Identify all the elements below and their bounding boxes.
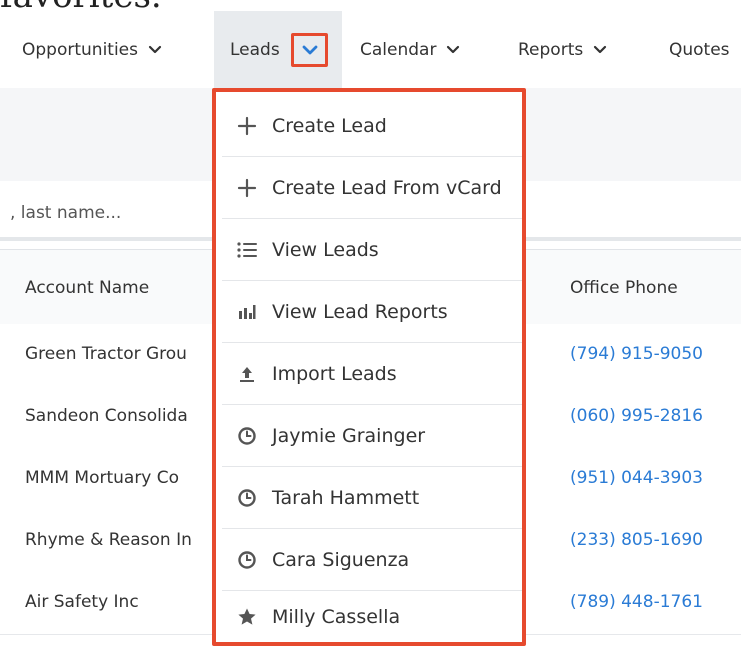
nav-item-quotes[interactable]: Quotes [669, 11, 730, 88]
plus-icon [234, 175, 260, 201]
menu-item-recent-lead[interactable]: Cara Siguenza [222, 529, 522, 591]
account-name[interactable]: MMM Mortuary Co [25, 468, 179, 488]
menu-item-label: Import Leads [272, 362, 397, 385]
bar-chart-icon [234, 299, 260, 325]
menu-item-recent-lead[interactable]: Jaymie Grainger [222, 405, 522, 467]
office-phone-link[interactable]: (233) 805-1690 [570, 530, 703, 550]
account-name[interactable]: Rhyme & Reason In [25, 530, 192, 550]
office-phone-link[interactable]: (789) 448-1761 [570, 592, 703, 612]
top-nav: Opportunities Leads Calendar Reports Quo… [0, 11, 741, 88]
menu-item-create-lead-from-vcard[interactable]: Create Lead From vCard [222, 157, 522, 219]
nav-label: Quotes [669, 39, 730, 60]
nav-item-reports[interactable]: Reports [518, 11, 607, 88]
star-icon [234, 604, 260, 630]
search-input-placeholder[interactable]: , last name... [10, 203, 121, 223]
chevron-down-icon[interactable] [446, 45, 460, 55]
nav-label: Calendar [360, 39, 437, 60]
menu-item-view-leads[interactable]: View Leads [222, 219, 522, 281]
menu-item-recent-lead[interactable]: Tarah Hammett [222, 467, 522, 529]
office-phone-link[interactable]: (060) 995-2816 [570, 406, 703, 426]
column-header-office-phone[interactable]: Office Phone [570, 278, 678, 298]
chevron-down-icon[interactable] [593, 45, 607, 55]
nav-item-opportunities[interactable]: Opportunities [22, 11, 162, 88]
clock-icon [234, 423, 260, 449]
menu-item-view-lead-reports[interactable]: View Lead Reports [222, 281, 522, 343]
chevron-down-icon [302, 41, 318, 60]
chevron-down-icon[interactable] [148, 45, 162, 55]
menu-item-label: View Lead Reports [272, 300, 448, 323]
menu-item-label: Cara Siguenza [272, 548, 410, 571]
menu-item-label: Create Lead From vCard [272, 176, 502, 199]
menu-item-label: Milly Cassella [272, 605, 401, 628]
account-name[interactable]: Green Tractor Grou [25, 344, 187, 364]
leads-menu-toggle[interactable] [291, 33, 328, 67]
menu-item-create-lead[interactable]: Create Lead [222, 95, 522, 157]
nav-label: Reports [518, 39, 584, 60]
account-name[interactable]: Air Safety Inc [25, 592, 139, 612]
clock-icon [234, 547, 260, 573]
list-icon [234, 237, 260, 263]
menu-item-label: Jaymie Grainger [272, 424, 426, 447]
column-header-account-name[interactable]: Account Name [25, 278, 149, 298]
menu-item-label: Create Lead [272, 114, 387, 137]
office-phone-link[interactable]: (794) 915-9050 [570, 344, 703, 364]
menu-item-label: View Leads [272, 238, 379, 261]
account-name[interactable]: Sandeon Consolida [25, 406, 188, 426]
nav-label: Opportunities [22, 39, 138, 60]
menu-item-label: Tarah Hammett [272, 486, 420, 509]
office-phone-link[interactable]: (951) 044-3903 [570, 468, 703, 488]
leads-dropdown-menu: Create Lead Create Lead From vCard View … [212, 88, 526, 646]
nav-item-calendar[interactable]: Calendar [360, 11, 460, 88]
plus-icon [234, 113, 260, 139]
upload-icon [234, 361, 260, 387]
menu-item-favorite-lead[interactable]: Milly Cassella [222, 591, 522, 642]
menu-item-import-leads[interactable]: Import Leads [222, 343, 522, 405]
clock-icon [234, 485, 260, 511]
nav-label: Leads [230, 39, 280, 60]
